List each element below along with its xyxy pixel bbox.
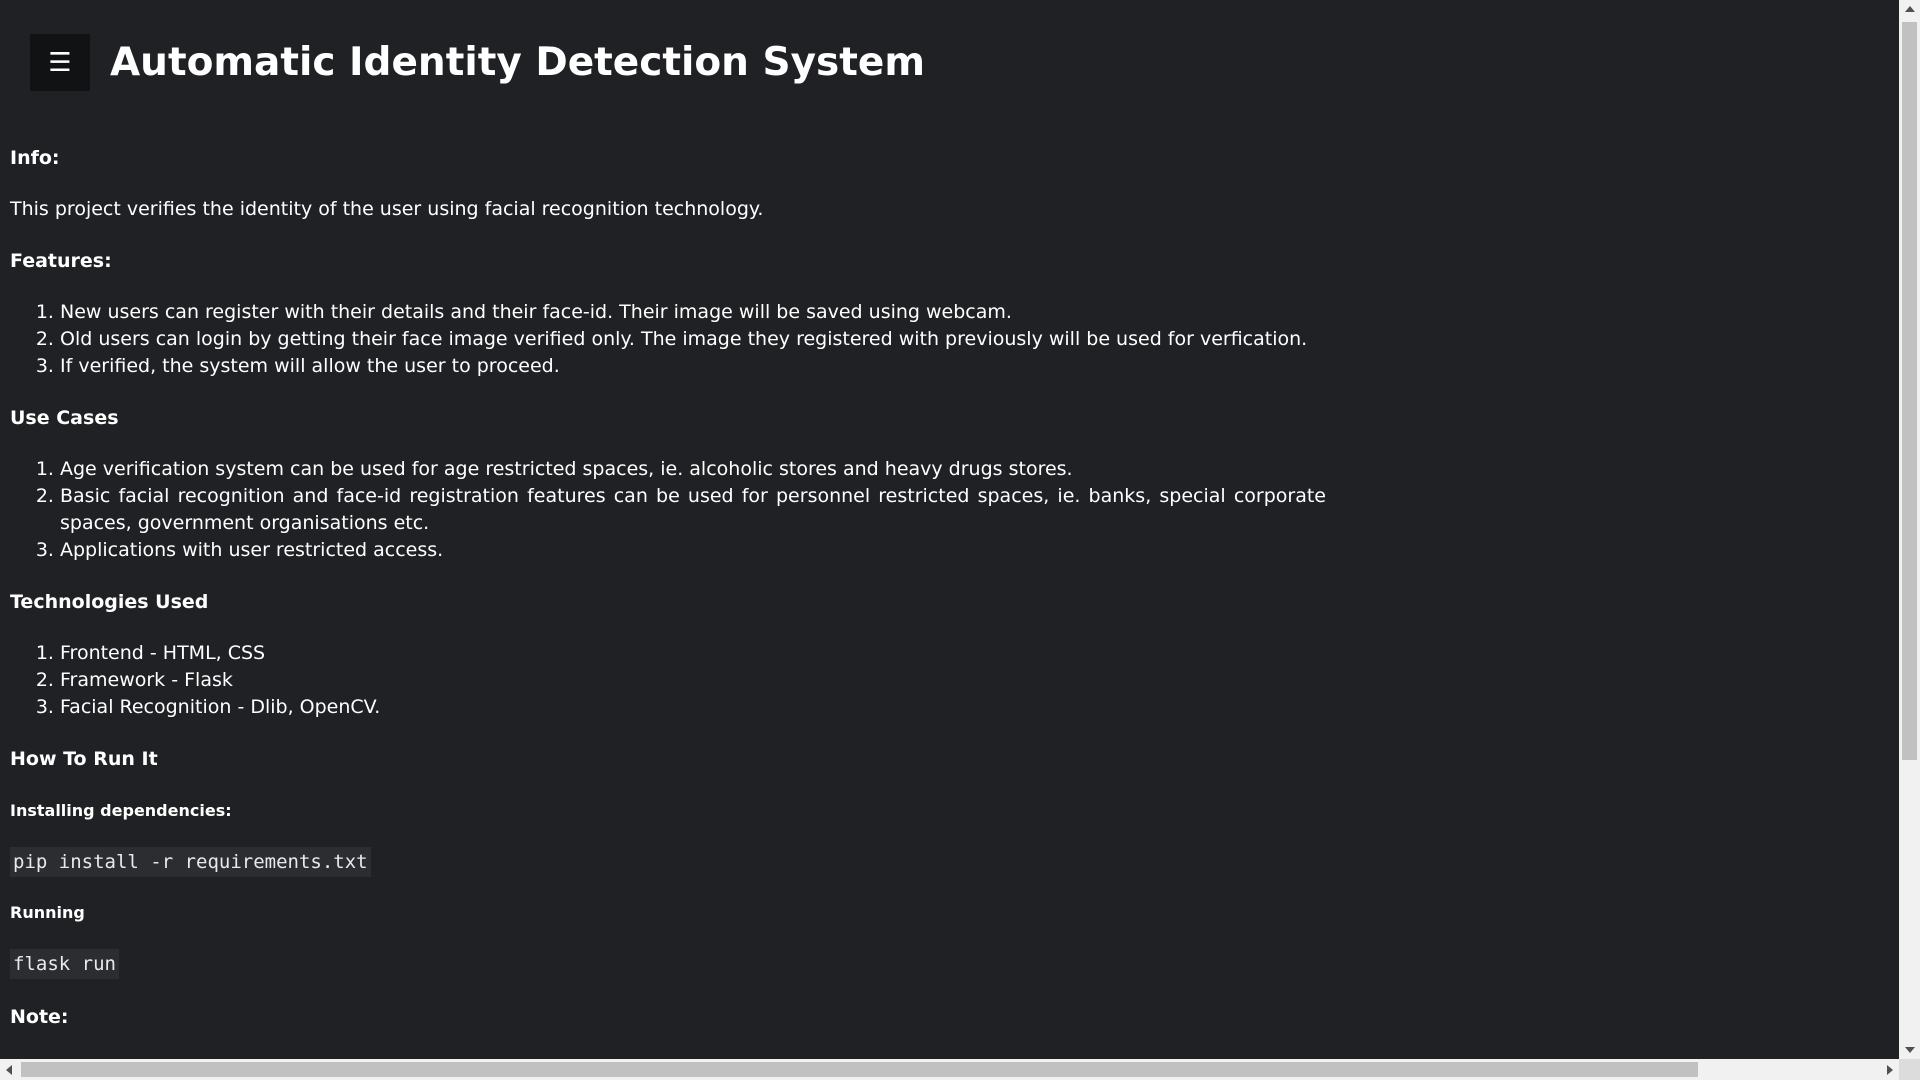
list-item: Basic facial recognition and face-id reg… bbox=[60, 483, 1326, 537]
horizontal-scrollbar[interactable] bbox=[0, 1059, 1899, 1080]
list-item: If verified, the system will allow the u… bbox=[60, 353, 1326, 380]
vertical-scroll-thumb[interactable] bbox=[1902, 22, 1917, 760]
use-cases-heading: Use Cases bbox=[10, 407, 119, 429]
list-item: Framework - Flask bbox=[60, 667, 1326, 694]
list-item: Frontend - HTML, CSS bbox=[60, 640, 1326, 667]
scroll-down-icon[interactable] bbox=[1905, 1047, 1915, 1053]
list-item: New users can register with their detail… bbox=[60, 299, 1326, 326]
use-cases-list: Age verification system can be used for … bbox=[10, 456, 1326, 564]
page-viewport: ☰ Automatic Identity Detection System In… bbox=[0, 0, 1899, 1059]
install-heading: Installing dependencies: bbox=[10, 801, 232, 820]
note-heading: Note: bbox=[10, 1006, 69, 1028]
readme-content: Info: This project verifies the identity… bbox=[10, 142, 1326, 1033]
technologies-list: Frontend - HTML, CSS Framework - Flask F… bbox=[10, 640, 1326, 721]
info-text: This project verifies the identity of th… bbox=[10, 198, 764, 220]
list-item: Old users can login by getting their fac… bbox=[60, 326, 1326, 353]
menu-icon[interactable]: ☰ bbox=[30, 34, 90, 91]
page-title: Automatic Identity Detection System bbox=[110, 40, 925, 85]
list-item: Facial Recognition - Dlib, OpenCV. bbox=[60, 694, 1326, 721]
scroll-up-icon[interactable] bbox=[1905, 6, 1915, 12]
running-heading: Running bbox=[10, 903, 85, 922]
technologies-heading: Technologies Used bbox=[10, 591, 209, 613]
scrollbar-corner bbox=[1899, 1059, 1920, 1080]
features-heading: Features: bbox=[10, 250, 112, 272]
install-command: pip install -r requirements.txt bbox=[10, 847, 371, 877]
info-heading: Info: bbox=[10, 147, 60, 169]
how-to-run-heading: How To Run It bbox=[10, 748, 158, 770]
list-item: Age verification system can be used for … bbox=[60, 456, 1326, 483]
horizontal-scroll-thumb[interactable] bbox=[21, 1062, 1698, 1077]
features-list: New users can register with their detail… bbox=[10, 299, 1326, 380]
scroll-left-icon[interactable] bbox=[6, 1065, 12, 1075]
vertical-scrollbar[interactable] bbox=[1899, 0, 1920, 1059]
page-header: ☰ Automatic Identity Detection System bbox=[30, 34, 925, 91]
scroll-right-icon[interactable] bbox=[1887, 1065, 1893, 1075]
run-command: flask run bbox=[10, 949, 119, 979]
list-item: Applications with user restricted access… bbox=[60, 537, 1326, 564]
